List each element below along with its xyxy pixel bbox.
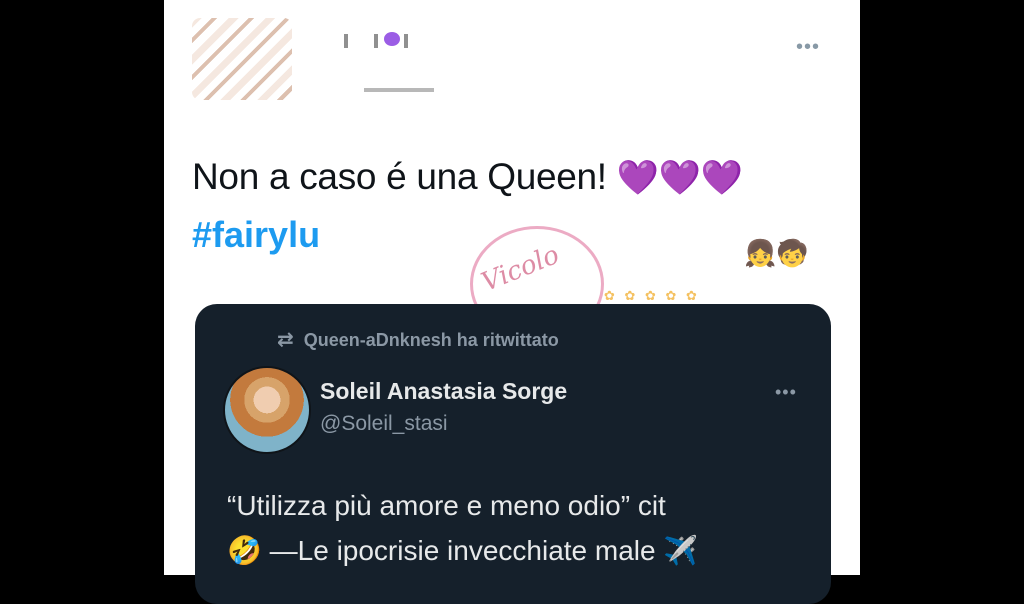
tweet-text-content: Non a caso é una Queen! <box>192 156 607 197</box>
redacted-handle <box>364 88 434 92</box>
watermark-characters: 👧🧒 <box>744 238 809 268</box>
quoted-text-line-2: 🤣 —Le ipocrisie invecchiate male ✈️ <box>227 535 699 566</box>
hashtag-link[interactable]: #fairylu <box>192 214 320 256</box>
watermark-banner: ✿ ✿ ✿ ✿ ✿ <box>604 288 700 303</box>
author-name[interactable]: Soleil Anastasia Sorge <box>320 378 567 405</box>
tweet-text: Non a caso é una Queen! 💜💜💜 <box>192 156 743 198</box>
redacted-badge <box>384 32 400 46</box>
quoted-text-line-1: “Utilizza più amore e meno odio” cit <box>227 490 666 521</box>
author-handle[interactable]: @Soleil_stasi <box>320 412 448 436</box>
retweet-icon: ⇄ <box>277 329 294 351</box>
purple-heart-emoji: 💜💜💜 <box>616 159 743 197</box>
redacted-avatar <box>192 18 292 100</box>
retweet-text: Queen-aDnknesh ha ritwittato <box>303 330 559 350</box>
right-black-bar <box>860 0 1024 575</box>
left-black-bar <box>0 0 164 575</box>
quoted-tweet-card[interactable]: ⇄ Queen-aDnknesh ha ritwittato Soleil Ana… <box>195 304 831 604</box>
more-options-icon[interactable]: ••• <box>796 36 832 58</box>
author-avatar[interactable] <box>223 366 311 454</box>
retweet-banner: ⇄ Queen-aDnknesh ha ritwittato <box>277 327 559 352</box>
more-options-icon[interactable]: ••• <box>775 382 797 403</box>
